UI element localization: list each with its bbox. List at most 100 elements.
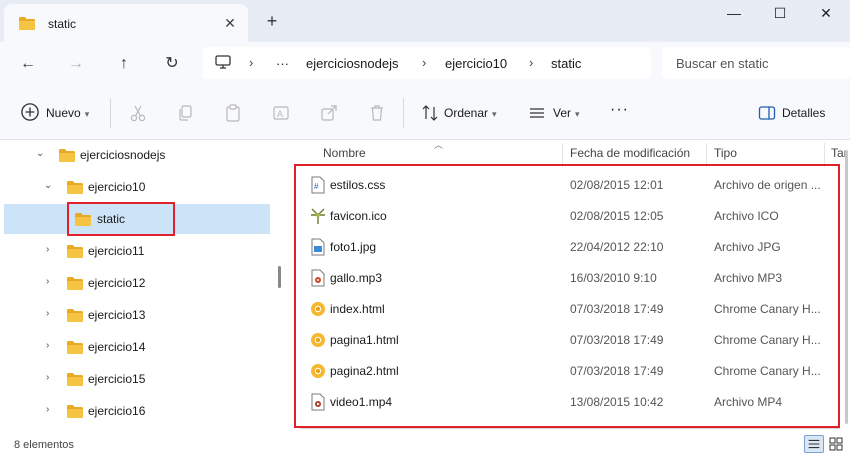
more-options-button[interactable]: ··· (610, 99, 629, 121)
breadcrumb-separator: › (529, 55, 534, 70)
back-icon[interactable]: ← (14, 50, 42, 78)
status-bar: 8 elementos (0, 433, 850, 455)
tab-close-icon[interactable]: ✕ (220, 13, 240, 33)
chevron-right-icon[interactable]: › (46, 341, 56, 351)
column-divider[interactable] (562, 143, 563, 167)
chevron-right-icon[interactable]: › (46, 373, 56, 383)
tree-label: ejercicio12 (88, 276, 146, 290)
view-button[interactable]: Ver ▾ (553, 102, 580, 124)
maximize-button[interactable]: ☐ (757, 0, 803, 28)
file-type: Archivo MP3 (714, 271, 783, 285)
chevron-down-icon[interactable]: ⌄ (36, 149, 46, 159)
chrome-canary-icon (311, 364, 325, 378)
column-name[interactable]: Nombre (323, 146, 366, 160)
image-file-icon (311, 238, 325, 256)
folder-icon (75, 213, 91, 226)
file-name: pagina1.html (330, 333, 399, 347)
tree-item-ejercicio16[interactable]: › ejercicio16 (0, 396, 272, 426)
column-type[interactable]: Tipo (714, 146, 737, 160)
audio-file-icon (311, 269, 325, 287)
rename-icon[interactable]: A (271, 103, 291, 123)
file-date: 07/03/2018 17:49 (570, 333, 664, 347)
tree-label: ejercicio10 (88, 180, 146, 194)
search-input[interactable]: Buscar en static (662, 47, 850, 79)
folder-icon (67, 277, 83, 290)
details-pane-icon (758, 106, 776, 120)
tree-item-static[interactable]: static (4, 204, 270, 234)
chevron-right-icon[interactable]: › (46, 277, 56, 287)
tree-item-ejercicio11[interactable]: › ejercicio11 (0, 236, 272, 266)
pane-splitter[interactable] (278, 266, 281, 288)
file-row[interactable]: pagina2.html 07/03/2018 17:49 Chrome Can… (296, 356, 836, 387)
breadcrumb-separator: › (249, 55, 254, 70)
copy-icon[interactable] (175, 103, 195, 123)
file-row[interactable]: index.html 07/03/2018 17:49 Chrome Canar… (296, 294, 836, 325)
forward-icon[interactable]: → (62, 50, 90, 78)
tree-item-ejercicio14[interactable]: › ejercicio14 (0, 332, 272, 362)
breadcrumb-ejerciciosnodejs[interactable]: ejerciciosnodejs (306, 56, 399, 71)
minimize-button[interactable]: — (711, 0, 757, 28)
file-row[interactable]: gallo.mp3 16/03/2010 9:10 Archivo MP3 (296, 263, 836, 294)
tree-item-ejercicio10[interactable]: ⌄ ejercicio10 (0, 172, 272, 202)
chevron-right-icon[interactable]: › (46, 245, 56, 255)
file-row[interactable]: foto1.jpg 22/04/2012 22:10 Archivo JPG (296, 232, 836, 263)
refresh-icon[interactable]: ↻ (158, 50, 186, 78)
paste-icon[interactable] (223, 103, 243, 123)
svg-text:#: # (314, 182, 319, 191)
tree-label: static (97, 212, 126, 226)
tree-label: ejerciciosnodejs (80, 148, 166, 162)
share-icon[interactable] (319, 103, 339, 123)
breadcrumb-static[interactable]: static (551, 56, 581, 71)
file-name: foto1.jpg (330, 240, 377, 254)
file-name: gallo.mp3 (330, 271, 383, 285)
chevron-down-icon[interactable]: ⌄ (44, 181, 54, 191)
file-name: pagina2.html (330, 364, 399, 378)
file-row[interactable]: # estilos.css 02/08/2015 12:01 Archivo d… (296, 170, 836, 201)
folder-icon (59, 149, 75, 162)
file-name: index.html (330, 302, 385, 316)
details-view-icon[interactable] (804, 435, 824, 453)
chevron-right-icon[interactable]: › (46, 309, 56, 319)
up-icon[interactable]: ↑ (110, 50, 138, 78)
tree-item-ejercicio13[interactable]: › ejercicio13 (0, 300, 272, 330)
file-type: Archivo ICO (714, 209, 779, 223)
toolbar-divider (110, 98, 111, 128)
file-date: 13/08/2015 10:42 (570, 395, 664, 409)
sort-button[interactable]: Ordenar ▾ (444, 102, 497, 124)
chevron-right-icon[interactable]: › (46, 405, 56, 415)
ico-file-icon (311, 208, 325, 224)
tree-item-ejercicio12[interactable]: › ejercicio12 (0, 268, 272, 298)
address-bar[interactable]: › ··· ejerciciosnodejs › ejercicio10 › s… (203, 47, 651, 79)
file-row[interactable]: video1.mp4 13/08/2015 10:42 Archivo MP4 (296, 387, 836, 418)
new-button[interactable]: Nuevo ▾ (46, 102, 89, 124)
breadcrumb-ejercicio10[interactable]: ejercicio10 (445, 56, 507, 71)
column-divider[interactable] (706, 143, 707, 167)
file-row[interactable]: favicon.ico 02/08/2015 12:05 Archivo ICO (296, 201, 836, 232)
tree-label: ejercicio16 (88, 404, 146, 418)
horizontal-scrollbar[interactable] (300, 426, 840, 429)
folder-icon (67, 341, 83, 354)
column-date[interactable]: Fecha de modificación (570, 146, 690, 160)
css-file-icon: # (311, 176, 325, 194)
tree-label: ejercicio11 (88, 244, 145, 258)
file-name: estilos.css (330, 178, 386, 192)
tab-static[interactable]: static ✕ (4, 4, 248, 42)
thumbnail-view-icon[interactable] (826, 435, 846, 453)
delete-icon[interactable] (367, 103, 387, 123)
folder-icon (19, 17, 35, 30)
details-button[interactable]: Detalles (782, 102, 825, 124)
close-window-button[interactable]: ✕ (803, 0, 849, 28)
tree-item-ejercicio15[interactable]: › ejercicio15 (0, 364, 272, 394)
plus-circle-icon (21, 103, 39, 121)
breadcrumb-overflow[interactable]: ··· (276, 56, 289, 71)
address-row: ← → ↑ ↻ › ··· ejerciciosnodejs › ejercic… (0, 42, 850, 86)
cut-icon[interactable] (128, 103, 148, 123)
column-divider[interactable] (824, 143, 825, 167)
new-tab-button[interactable]: + (262, 10, 282, 32)
vertical-scrollbar[interactable] (845, 150, 848, 424)
tree-item-ejerciciosnodejs[interactable]: ⌄ ejerciciosnodejs (0, 140, 272, 170)
file-type: Archivo JPG (714, 240, 781, 254)
file-row[interactable]: pagina1.html 07/03/2018 17:49 Chrome Can… (296, 325, 836, 356)
file-date: 22/04/2012 22:10 (570, 240, 664, 254)
file-date: 07/03/2018 17:49 (570, 364, 664, 378)
